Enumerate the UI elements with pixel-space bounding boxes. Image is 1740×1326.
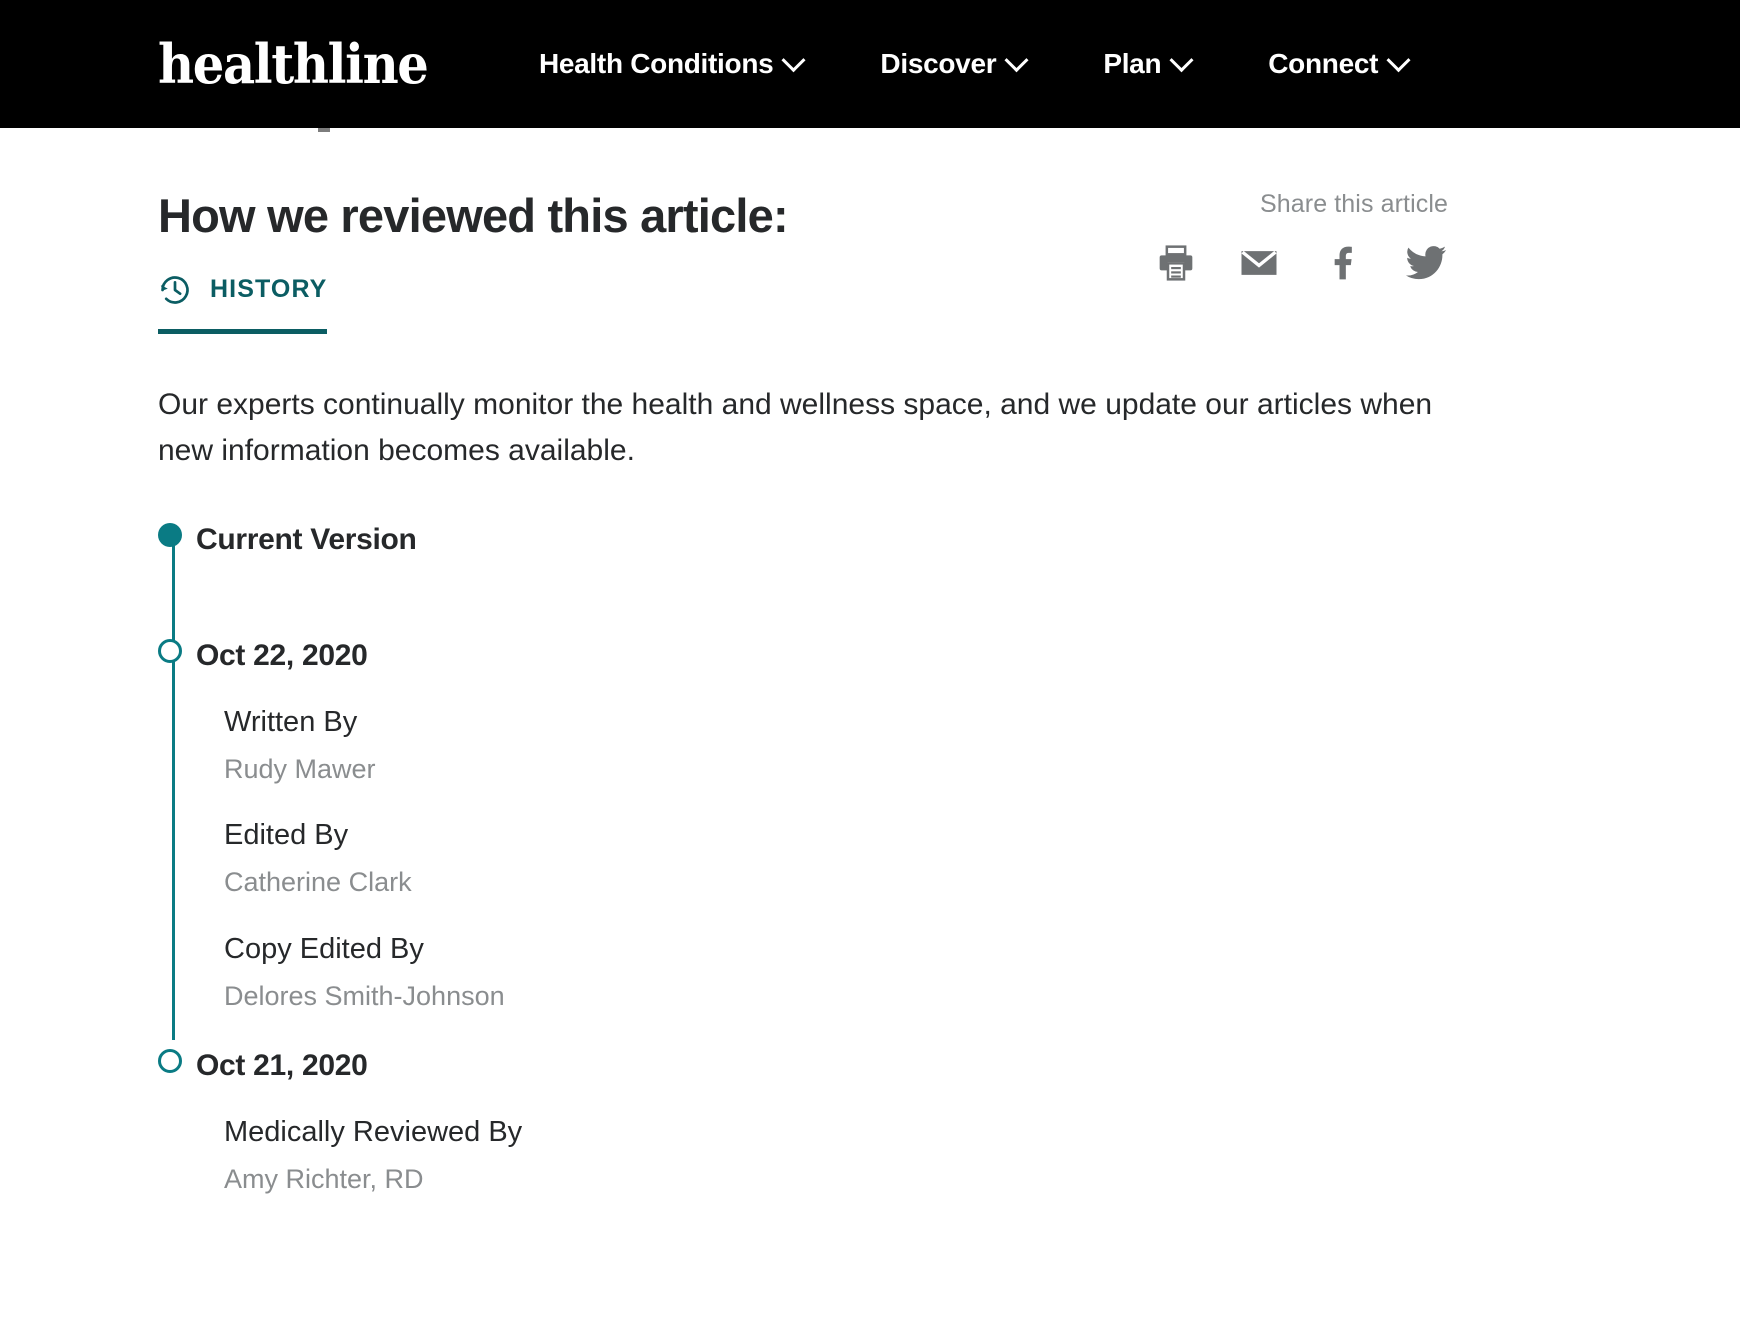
nav-label: Plan <box>1103 48 1162 79</box>
current-version-label: Current Version <box>196 522 417 556</box>
credit-value[interactable]: Catherine Clark <box>224 867 1598 898</box>
revision-timeline: Current Version Oct 22, 2020 Written By … <box>158 522 1598 1195</box>
nav-item-plan[interactable]: Plan <box>1103 47 1194 80</box>
revision-credits: Medically Reviewed By Amy Richter, RD <box>196 1116 1598 1195</box>
twitter-icon[interactable] <box>1404 241 1448 285</box>
nav-label: Connect <box>1268 48 1379 79</box>
credit-label: Copy Edited By <box>224 932 424 965</box>
share-block: Share this article <box>1156 190 1448 285</box>
credit-label: Written By <box>224 705 358 738</box>
main-nav: Health Conditions Discover Plan Connect <box>538 47 1411 80</box>
timeline-dot-hollow <box>158 638 182 663</box>
tab-history[interactable]: HISTORY <box>158 273 328 334</box>
share-title: Share this article <box>1260 190 1448 218</box>
timeline-dot-filled <box>158 522 182 547</box>
credit-value[interactable]: Rudy Mawer <box>224 754 1598 785</box>
history-clock-icon <box>158 273 192 307</box>
email-icon[interactable] <box>1238 242 1280 284</box>
share-icon-list <box>1156 241 1448 285</box>
facebook-icon[interactable] <box>1322 243 1362 283</box>
credit-label: Edited By <box>224 819 349 852</box>
chevron-down-icon <box>1004 47 1029 72</box>
timeline-node-current: Current Version <box>158 522 1598 556</box>
credit-value[interactable]: Amy Richter, RD <box>224 1165 1598 1195</box>
timeline-dot-hollow <box>158 1049 182 1074</box>
article-review-section: How we reviewed this article: HISTORY Ou… <box>158 128 1598 1195</box>
revision-date: Oct 21, 2020 <box>196 1049 368 1083</box>
credit-value[interactable]: Delores Smith-Johnson <box>224 981 1598 1012</box>
revision-date: Oct 22, 2020 <box>196 638 368 672</box>
credit-entry: Edited By Catherine Clark <box>224 819 1598 898</box>
site-header: healthline Health Conditions Discover Pl… <box>0 0 1740 128</box>
nav-item-connect[interactable]: Connect <box>1268 47 1411 80</box>
main-content: How we reviewed this article: HISTORY Ou… <box>0 128 1740 1195</box>
nav-label: Discover <box>880 48 997 79</box>
chevron-down-icon <box>781 47 806 72</box>
timeline-node-oct-21: Oct 21, 2020 Medically Reviewed By Amy R… <box>158 1049 1598 1195</box>
print-icon[interactable] <box>1156 243 1196 283</box>
healthline-logo[interactable]: healthline <box>158 37 429 91</box>
timeline-node-oct-22: Oct 22, 2020 Written By Rudy Mawer Edite… <box>158 638 1598 1012</box>
credit-entry: Written By Rudy Mawer <box>224 705 1598 785</box>
timeline-rail <box>172 534 175 1040</box>
chevron-down-icon <box>1169 47 1194 72</box>
tab-history-label: HISTORY <box>210 275 328 304</box>
credit-entry: Copy Edited By Delores Smith-Johnson <box>224 932 1598 1012</box>
nav-item-discover[interactable]: Discover <box>880 47 1029 80</box>
credit-entry: Medically Reviewed By Amy Richter, RD <box>224 1116 1598 1195</box>
clipped-content-sliver <box>318 128 330 132</box>
intro-paragraph: Our experts continually monitor the heal… <box>158 387 1433 468</box>
credit-label: Medically Reviewed By <box>224 1116 523 1149</box>
revision-credits: Written By Rudy Mawer Edited By Catherin… <box>196 705 1598 1012</box>
nav-label: Health Conditions <box>538 48 774 79</box>
chevron-down-icon <box>1386 47 1411 72</box>
nav-item-health-conditions[interactable]: Health Conditions <box>538 47 806 80</box>
